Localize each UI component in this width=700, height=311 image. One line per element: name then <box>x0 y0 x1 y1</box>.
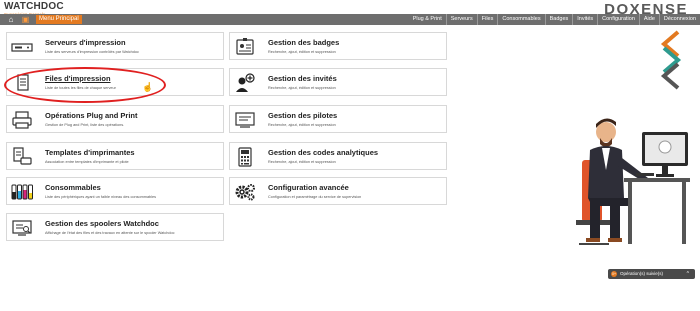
nav-configuration[interactable]: Configuration <box>597 14 639 25</box>
decorative-chevrons-icon <box>660 30 682 90</box>
toner-icon <box>11 184 33 200</box>
card-desc: Recherche, ajout, édition et suppression <box>268 123 336 127</box>
nav-aide[interactable]: Aide <box>638 14 659 25</box>
man-at-desk-illustration <box>576 118 690 245</box>
nav-deconnexion[interactable]: Déconnexion <box>658 14 700 25</box>
page: WATCHDOC Supervision Console DOXENSE ⌂ ▣… <box>0 0 700 311</box>
menu-principal-tab[interactable]: Menu Principal <box>36 15 82 24</box>
nav-consommables[interactable]: Consommables <box>497 14 544 25</box>
card-title: Gestion des pilotes <box>268 111 338 120</box>
card-desc: Affichage de l'état des files et des tra… <box>45 231 175 235</box>
operations-toast[interactable]: 0+ Opération(s) suivie(s) ^ <box>608 269 695 279</box>
toast-badge: 0+ <box>611 271 617 277</box>
card-badges[interactable]: Gestion des badges Recherche, ajout, édi… <box>229 32 447 60</box>
card-config[interactable]: Configuration avancée Configuration et p… <box>229 177 447 205</box>
card-title: Opérations Plug and Print <box>45 111 138 120</box>
card-desc: Gestion de Plug and Print, liste des opé… <box>45 123 125 127</box>
card-title: Gestion des badges <box>268 38 340 47</box>
card-serveurs[interactable]: Serveurs d'impression Liste des serveurs… <box>6 32 224 60</box>
nav-badges[interactable]: Badges <box>544 14 573 25</box>
nav-links: Plug & Print Serveurs Files Consommables… <box>409 14 700 25</box>
nav-serveurs[interactable]: Serveurs <box>445 14 477 25</box>
server-icon <box>11 43 33 52</box>
nav-files[interactable]: Files <box>476 14 498 25</box>
toast-text: Opération(s) suivie(s) <box>620 271 664 276</box>
navbar: ⌂ ▣ Menu Principal Plug & Print Serveurs… <box>0 14 700 25</box>
chevron-up-icon[interactable]: ^ <box>687 269 689 279</box>
printer-icon <box>12 111 32 129</box>
card-desc: Liste des périphériques ayant un faible … <box>45 195 157 199</box>
card-spoolers[interactable]: Gestion des spoolers Watchdoc Affichage … <box>6 213 224 241</box>
card-title: Gestion des spoolers Watchdoc <box>45 219 159 228</box>
card-desc: Recherche, ajout, édition et suppression <box>268 50 336 54</box>
menu-icon[interactable]: ▣ <box>21 15 30 24</box>
template-icon <box>13 147 32 165</box>
card-desc: Association entre templates d'imprimante… <box>45 160 129 164</box>
card-templates[interactable]: Templates d'imprimantes Association entr… <box>6 142 224 170</box>
gears-icon <box>235 184 255 201</box>
hand-cursor-icon: ☝ <box>142 82 154 92</box>
spooler-icon <box>12 220 32 236</box>
driver-icon <box>235 112 255 128</box>
badge-icon <box>236 38 254 55</box>
nav-invites[interactable]: Invités <box>572 14 597 25</box>
card-desc: Recherche, ajout, édition et suppression <box>268 160 336 164</box>
card-title: Configuration avancée <box>268 183 349 192</box>
nav-plug-print[interactable]: Plug & Print <box>409 14 446 25</box>
card-codes[interactable]: Gestion des codes analytiques Recherche,… <box>229 142 447 170</box>
card-title: Gestion des invités <box>268 74 337 83</box>
card-plug-print[interactable]: Opérations Plug and Print Gestion de Plu… <box>6 105 224 133</box>
card-consommables[interactable]: Consommables Liste des périphériques aya… <box>6 177 224 205</box>
card-title: Gestion des codes analytiques <box>268 148 379 157</box>
card-title: Serveurs d'impression <box>45 38 126 47</box>
card-desc: Configuration et paramétrage du service … <box>268 195 362 199</box>
card-title: Templates d'imprimantes <box>45 148 135 157</box>
card-invites[interactable]: Gestion des invités Recherche, ajout, éd… <box>229 68 447 96</box>
calculator-icon <box>238 147 252 167</box>
card-desc: Liste des serveurs d'impression contrôlé… <box>45 50 139 54</box>
card-desc: Recherche, ajout, édition et suppression <box>268 86 336 90</box>
home-icon[interactable]: ⌂ <box>6 15 16 24</box>
add-guest-icon <box>236 73 255 92</box>
card-pilotes[interactable]: Gestion des pilotes Recherche, ajout, éd… <box>229 105 447 133</box>
card-title: Consommables <box>45 183 101 192</box>
logo-text: WATCHDOC <box>4 1 64 12</box>
